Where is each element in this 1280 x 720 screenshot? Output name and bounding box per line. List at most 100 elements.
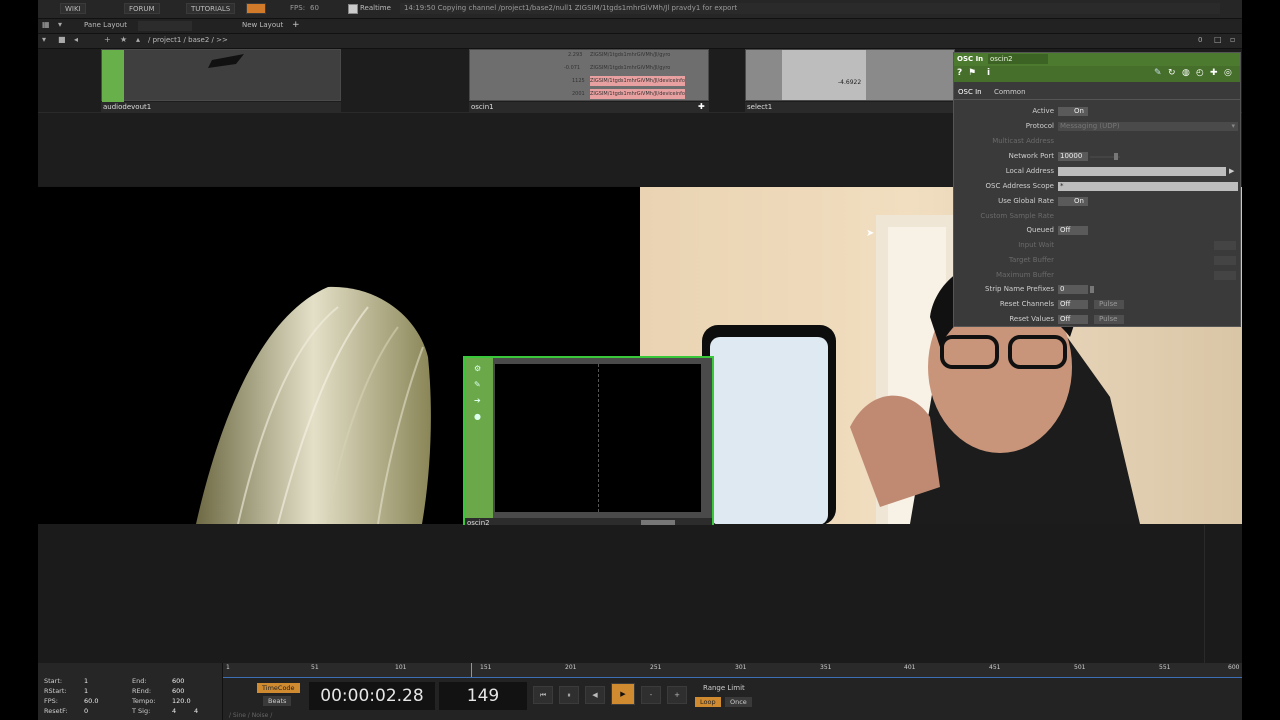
home-icon[interactable]: + bbox=[104, 34, 111, 46]
window-restore-icon[interactable]: □ bbox=[1214, 34, 1222, 46]
add-icon[interactable]: ✚ bbox=[1210, 68, 1218, 78]
back-icon[interactable]: ◂ bbox=[74, 34, 78, 46]
oscin2-node[interactable]: ⚙ ✎ ➔ ● oscin2 bbox=[463, 356, 714, 532]
viewer-toggle-icon[interactable]: ✚ bbox=[698, 102, 705, 112]
play-backward-button[interactable]: ◀ bbox=[585, 686, 605, 704]
param-target-buffer: Target Buffer bbox=[954, 254, 1240, 267]
info-icon[interactable]: i bbox=[987, 68, 990, 78]
new-layout-button[interactable]: New Layout bbox=[242, 20, 283, 31]
end-value[interactable]: 600 bbox=[172, 677, 184, 685]
stop-icon[interactable]: ■ bbox=[58, 34, 66, 46]
local-address-field[interactable] bbox=[1058, 167, 1226, 176]
python-icon[interactable]: ⚑ bbox=[968, 68, 976, 78]
channel-name: ZIGSIM/1tgds1mhrGiVMh/Jl/deviceinfo bbox=[590, 89, 685, 99]
param-label: Strip Name Prefixes bbox=[985, 285, 1054, 293]
step-forward-button[interactable]: + bbox=[667, 686, 687, 704]
rstart-value[interactable]: 1 bbox=[84, 687, 88, 695]
tick-label: 1 bbox=[226, 664, 230, 671]
pencil-icon[interactable]: ✎ bbox=[1154, 68, 1162, 78]
channel-value: 1125 bbox=[572, 78, 585, 84]
pin-icon[interactable]: ✎ bbox=[474, 380, 481, 389]
chevron-down-icon[interactable]: ▾ bbox=[42, 34, 46, 46]
once-button[interactable]: Once bbox=[725, 697, 752, 707]
timecode-button[interactable]: TimeCode bbox=[257, 683, 300, 693]
wiki-button[interactable]: WIKI bbox=[60, 3, 86, 14]
tick-label: 551 bbox=[1159, 664, 1171, 671]
active-toggle[interactable]: On bbox=[1058, 107, 1088, 116]
param-value: Off bbox=[1060, 226, 1071, 234]
rend-value[interactable]: 600 bbox=[172, 687, 184, 695]
bookmark-icon[interactable]: ◍ bbox=[1182, 68, 1190, 78]
oscin2-viewer[interactable] bbox=[495, 364, 701, 512]
up-icon[interactable]: ▴ bbox=[136, 34, 140, 46]
tick-label: 251 bbox=[650, 664, 662, 671]
tab-osc-in[interactable]: OSC In bbox=[958, 88, 982, 96]
timeline-ruler[interactable]: 1 51 101 151 201 251 301 351 401 451 501… bbox=[223, 663, 1242, 678]
param-label: Input Wait bbox=[1018, 241, 1054, 249]
reset-values-toggle[interactable]: Off bbox=[1058, 315, 1088, 324]
realtime-checkbox[interactable] bbox=[348, 4, 358, 14]
pause-button[interactable]: ⏸ bbox=[559, 686, 579, 704]
pulse-label: Pulse bbox=[1099, 300, 1118, 308]
beats-button[interactable]: Beats bbox=[263, 696, 292, 706]
star-icon[interactable]: ★ bbox=[120, 34, 127, 46]
lower-network-area[interactable] bbox=[38, 525, 1242, 663]
slider-handle[interactable] bbox=[1114, 153, 1118, 160]
audiodevout1-node[interactable] bbox=[101, 49, 341, 102]
select1-node[interactable]: -4.6922 bbox=[745, 49, 955, 101]
clock-icon[interactable]: ◴ bbox=[1196, 68, 1204, 78]
use-global-rate-toggle[interactable]: On bbox=[1058, 197, 1088, 206]
rewind-button[interactable]: ⏮ bbox=[533, 686, 553, 704]
loop-button[interactable]: Loop bbox=[695, 697, 721, 707]
strip-name-prefixes-field[interactable]: 0 bbox=[1058, 285, 1088, 294]
tutorials-button[interactable]: TUTORIALS bbox=[186, 3, 236, 14]
tick-label: 301 bbox=[735, 664, 747, 671]
frame-display[interactable]: 149 bbox=[439, 682, 527, 710]
time-display[interactable]: 00:00:02.28 bbox=[309, 682, 435, 710]
help-icon[interactable]: ? bbox=[957, 68, 962, 78]
reset-channels-pulse-button[interactable]: Pulse bbox=[1094, 300, 1124, 309]
param-label: Custom Sample Rate bbox=[980, 212, 1054, 220]
reset-values-pulse-button[interactable]: Pulse bbox=[1094, 315, 1124, 324]
tsig-value-2[interactable]: 4 bbox=[194, 707, 198, 715]
tick-label: 101 bbox=[395, 664, 407, 671]
param-use-global-rate: Use Global Rate On bbox=[954, 195, 1240, 208]
param-value: 0 bbox=[1060, 285, 1065, 293]
step-back-button[interactable]: - bbox=[641, 686, 661, 704]
op-name-field[interactable]: oscin2 bbox=[988, 54, 1048, 64]
chevron-down-icon[interactable]: ▾ bbox=[58, 19, 62, 31]
oscin1-node[interactable]: 2.293 ZIGSIM/1tgds1mhrGiVMh/Jl/gyro -0.0… bbox=[469, 49, 709, 101]
tab-common[interactable]: Common bbox=[994, 88, 1026, 96]
start-value[interactable]: 1 bbox=[84, 677, 88, 685]
slider-handle[interactable] bbox=[1090, 286, 1094, 293]
grid-icon[interactable]: ▦ bbox=[42, 19, 50, 31]
network-port-field[interactable]: 10000 bbox=[1058, 152, 1088, 161]
layout-buttons[interactable] bbox=[138, 21, 192, 31]
osc-address-scope-field[interactable]: * bbox=[1058, 182, 1238, 191]
play-icon[interactable]: ▶ bbox=[1229, 165, 1234, 178]
reset-channels-toggle[interactable]: Off bbox=[1058, 300, 1088, 309]
cursor-icon: ➤ bbox=[866, 228, 875, 239]
play-forward-button[interactable]: ▶ bbox=[611, 683, 635, 705]
param-label: Active bbox=[1032, 107, 1054, 115]
forum-button[interactable]: FORUM bbox=[124, 3, 160, 14]
tsig-value[interactable]: 4 bbox=[172, 707, 176, 715]
window-close-icon[interactable]: ▫ bbox=[1230, 34, 1235, 46]
playhead[interactable] bbox=[471, 663, 472, 677]
queued-toggle[interactable]: Off bbox=[1058, 226, 1088, 235]
target-icon[interactable]: ◎ bbox=[1224, 68, 1232, 78]
param-value: Off bbox=[1060, 315, 1071, 323]
add-layout-button[interactable]: + bbox=[292, 20, 300, 31]
arrow-icon[interactable]: ➔ bbox=[474, 396, 481, 405]
fps-value[interactable]: 60.0 bbox=[84, 697, 98, 705]
divider bbox=[1204, 525, 1205, 663]
refresh-icon[interactable]: ↻ bbox=[1168, 68, 1176, 78]
lock-icon[interactable]: ● bbox=[474, 412, 481, 421]
tempo-value[interactable]: 120.0 bbox=[172, 697, 191, 705]
pane-layout-label[interactable]: Pane Layout bbox=[84, 20, 127, 31]
network-path[interactable]: / project1 / base2 / >> bbox=[148, 35, 228, 46]
gear-icon[interactable]: ⚙ bbox=[474, 364, 481, 373]
bit-indicator[interactable] bbox=[246, 3, 266, 14]
resetf-value[interactable]: 0 bbox=[84, 707, 88, 715]
protocol-dropdown[interactable]: Messaging (UDP) ▾ bbox=[1058, 122, 1238, 131]
